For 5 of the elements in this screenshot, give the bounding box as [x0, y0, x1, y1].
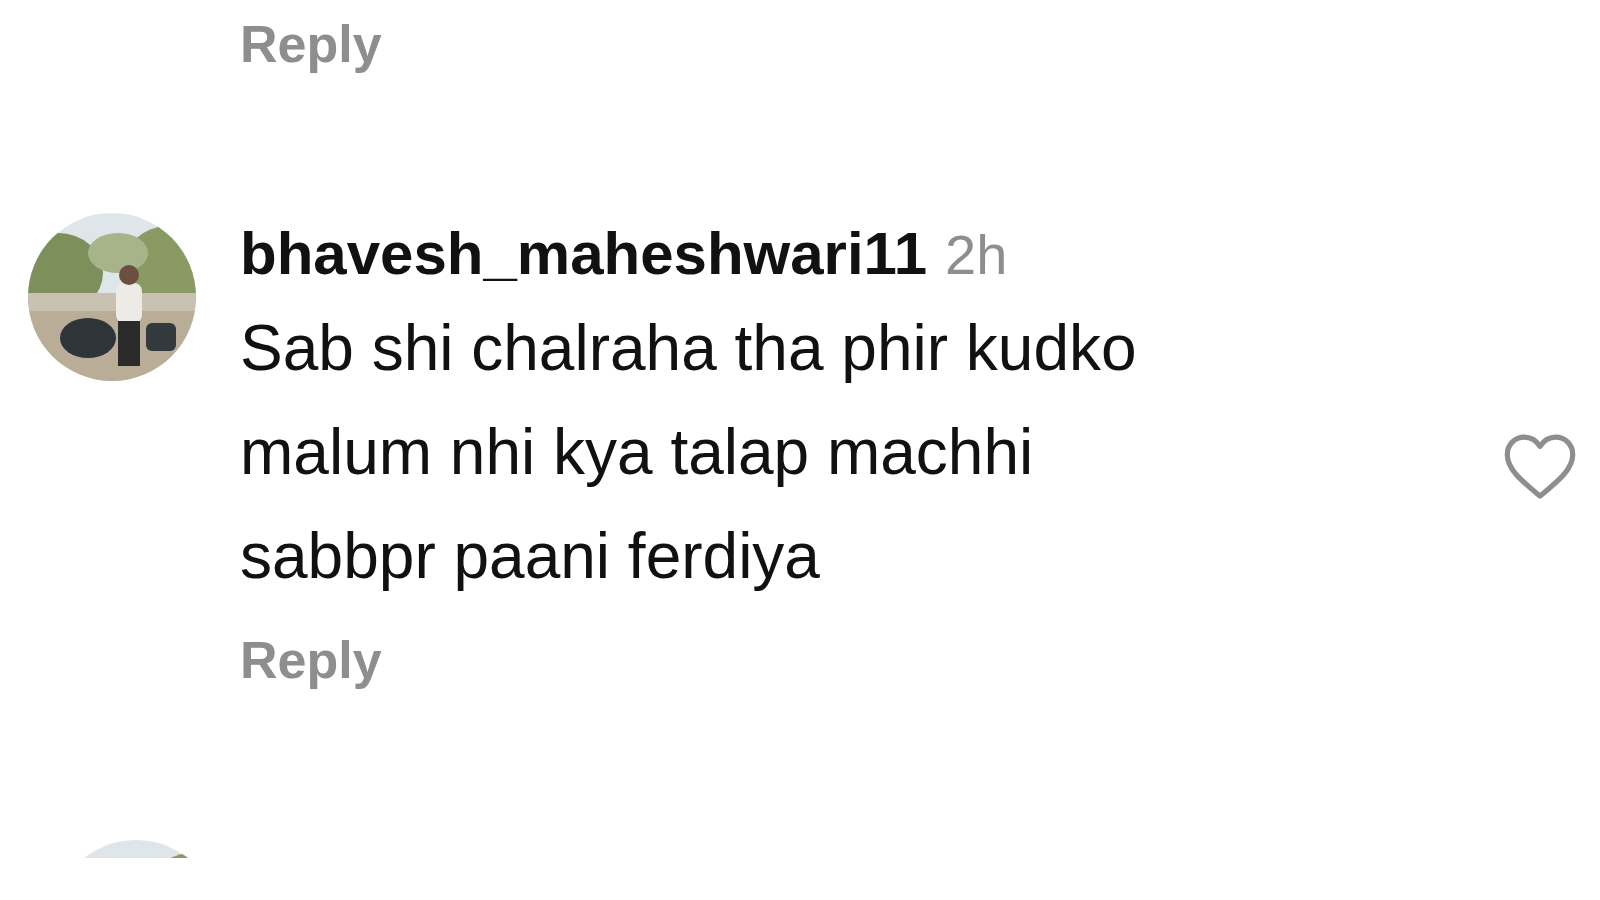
username[interactable]: bhavesh_maheshwari11 [240, 219, 928, 288]
comment-text: Sab shi chalraha tha phir kudko malum nhi kya talap machhi sabbpr paani ferdiya [240, 311, 1138, 594]
reply-link[interactable]: Reply [240, 14, 382, 74]
comment-time: 2h [945, 222, 1008, 287]
reply-link[interactable]: Reply [240, 630, 382, 690]
